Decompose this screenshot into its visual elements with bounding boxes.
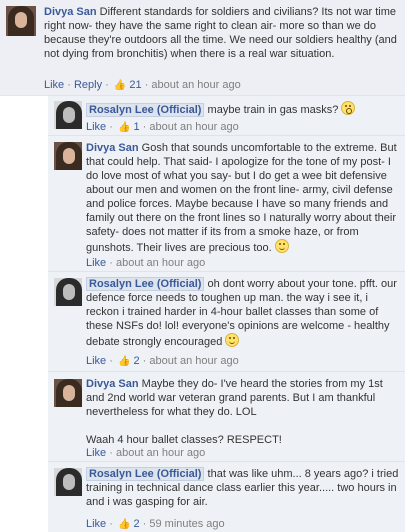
like-link[interactable]: Like xyxy=(86,121,106,133)
comment-body: Divya San Different standards for soldie… xyxy=(44,5,399,61)
like-count[interactable]: 21 xyxy=(129,79,141,91)
author-link[interactable]: Rosalyn Lee (Official) xyxy=(86,277,205,291)
comment-body: Rosalyn Lee (Official) that was like uhm… xyxy=(86,467,399,509)
comment-text: Different standards for soldiers and civ… xyxy=(44,6,397,60)
avatar-face xyxy=(15,12,27,28)
avatar[interactable] xyxy=(54,278,82,306)
comment-meta: Like · about an hour ago xyxy=(86,447,206,459)
like-link[interactable]: Like xyxy=(86,518,106,530)
comment-body: Rosalyn Lee (Official) oh dont worry abo… xyxy=(86,277,399,349)
comment-text: maybe train in gas masks? xyxy=(207,104,339,116)
comment-body: Divya San Maybe they do- I've heard the … xyxy=(86,377,399,447)
avatar[interactable] xyxy=(54,101,82,129)
author-link[interactable]: Rosalyn Lee (Official) xyxy=(86,467,205,481)
timestamp: about an hour ago xyxy=(149,355,239,367)
reply-3: Rosalyn Lee (Official) oh dont worry abo… xyxy=(48,271,405,372)
reply-link[interactable]: Reply xyxy=(74,79,102,91)
author-link[interactable]: Rosalyn Lee (Official) xyxy=(86,103,205,117)
like-count[interactable]: 2 xyxy=(133,518,139,530)
like-count[interactable]: 2 xyxy=(133,355,139,367)
comment-body: Divya San Gosh that sounds uncomfortable… xyxy=(86,141,399,255)
avatar-face xyxy=(63,107,75,123)
like-link[interactable]: Like xyxy=(86,447,106,459)
avatar-face xyxy=(63,284,75,300)
thumbs-up-icon: 👍 xyxy=(117,122,131,133)
timestamp: about an hour ago xyxy=(149,121,239,133)
reply-4: Divya San Maybe they do- I've heard the … xyxy=(48,371,405,462)
emoticon-mouth xyxy=(229,340,236,344)
like-link[interactable]: Like xyxy=(44,79,64,91)
avatar-face xyxy=(63,385,75,401)
smile-icon xyxy=(274,239,289,253)
avatar[interactable] xyxy=(6,6,36,36)
thumbs-up-icon: 👍 xyxy=(117,519,131,530)
avatar[interactable] xyxy=(54,379,82,407)
emoticon-mouth xyxy=(278,246,285,250)
reply-5: Rosalyn Lee (Official) that was like uhm… xyxy=(48,461,405,532)
author-link[interactable]: Divya San xyxy=(44,6,97,18)
comment-text-line2: Waah 4 hour ballet classes? RESPECT! xyxy=(86,434,282,446)
avatar[interactable] xyxy=(54,468,82,496)
comment-meta: Like · about an hour ago xyxy=(86,257,206,269)
line-spacer xyxy=(86,419,399,433)
avatar[interactable] xyxy=(54,142,82,170)
author-link[interactable]: Divya San xyxy=(86,378,139,390)
comment-meta: Like · Reply · 👍 21 · about an hour ago xyxy=(44,79,241,91)
timestamp: about an hour ago xyxy=(151,79,241,91)
like-count[interactable]: 1 xyxy=(133,121,139,133)
comment-body: Rosalyn Lee (Official) maybe train in ga… xyxy=(86,101,399,117)
timestamp: 59 minutes ago xyxy=(149,518,225,530)
smile-icon xyxy=(225,333,240,347)
thumbs-up-icon: 👍 xyxy=(113,80,127,91)
top-comment: Divya San Different standards for soldie… xyxy=(0,0,405,96)
emoticon-mouth xyxy=(346,108,353,114)
avatar-face xyxy=(63,148,75,164)
reply-2: Divya San Gosh that sounds uncomfortable… xyxy=(48,135,405,272)
like-link[interactable]: Like xyxy=(86,257,106,269)
avatar-face xyxy=(63,474,75,490)
thumbs-up-icon: 👍 xyxy=(117,356,131,367)
comment-meta: Like · 👍 2 · 59 minutes ago xyxy=(86,518,225,530)
reply-1: Rosalyn Lee (Official) maybe train in ga… xyxy=(48,95,405,136)
author-link[interactable]: Divya San xyxy=(86,142,139,154)
comment-meta: Like · 👍 1 · about an hour ago xyxy=(86,121,239,133)
comment-text: Gosh that sounds uncomfortable to the ex… xyxy=(86,142,397,254)
comment-meta: Like · 👍 2 · about an hour ago xyxy=(86,355,239,367)
timestamp: about an hour ago xyxy=(115,447,206,459)
timestamp: about an hour ago xyxy=(115,257,206,269)
surprised-face-icon xyxy=(341,101,356,115)
like-link[interactable]: Like xyxy=(86,355,106,367)
